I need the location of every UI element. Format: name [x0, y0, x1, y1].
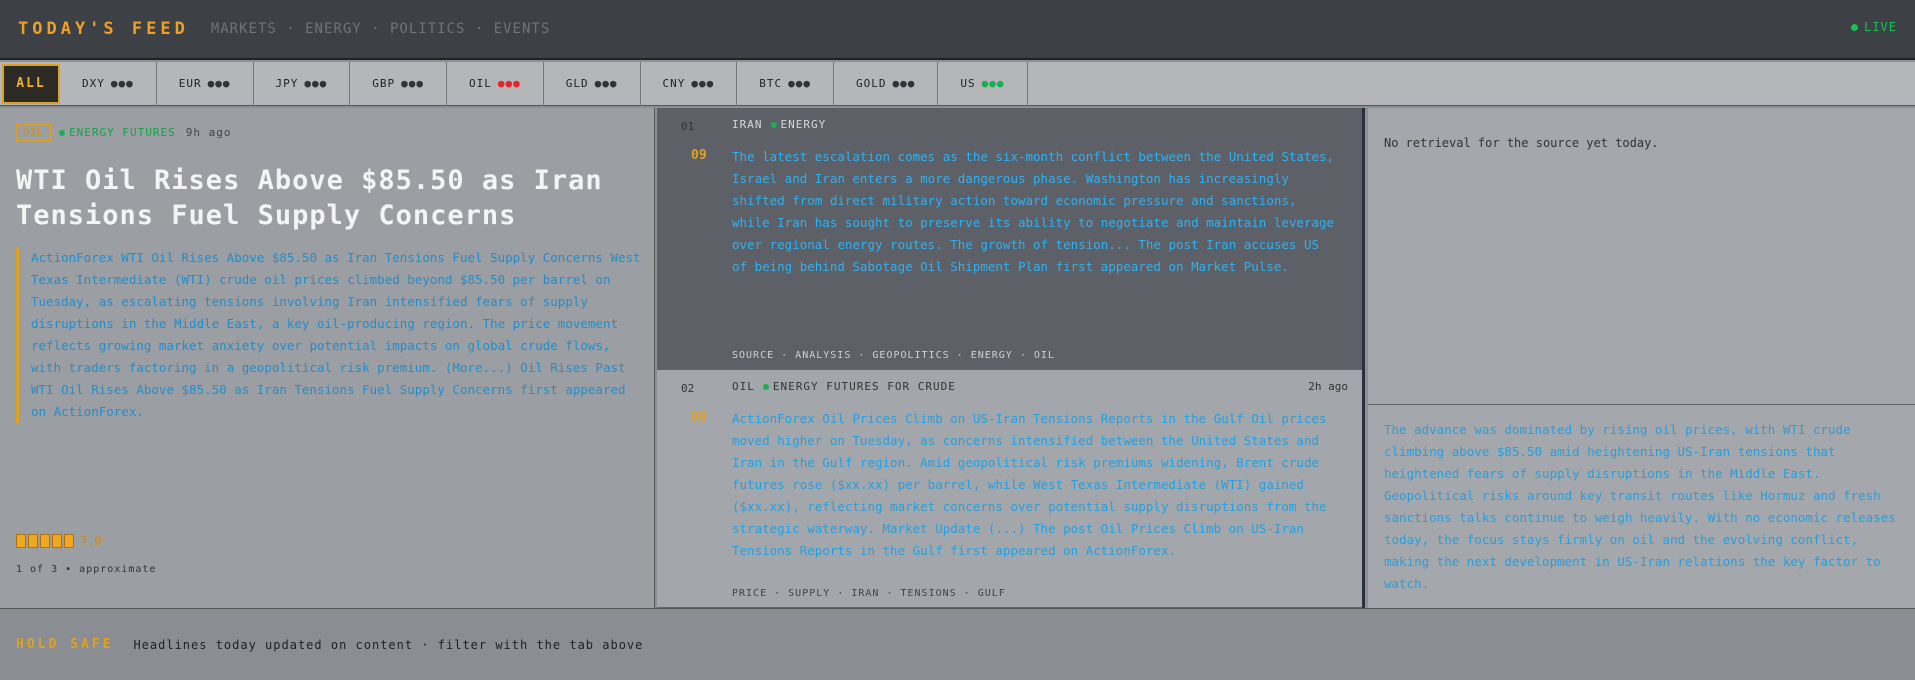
- brand-tagline: MARKETS · ENERGY · POLITICS · EVENTS: [210, 21, 551, 37]
- brand-title: TODAY'S FEED: [18, 19, 189, 39]
- story-text: The latest escalation comes as the six-m…: [732, 149, 1335, 274]
- score-segment: [64, 534, 74, 548]
- story-rank: 02: [681, 382, 695, 395]
- story-meta: OIL ENERGY FUTURES FOR CRUDE: [657, 370, 1362, 393]
- lead-body: ActionForex WTI Oil Rises Above $85.50 a…: [16, 247, 641, 423]
- aside-empty-note: No retrieval for the source yet today.: [1368, 108, 1915, 405]
- ticker-label: CNY: [662, 77, 686, 90]
- ticker-status-dots: ●●●: [788, 77, 811, 90]
- source-dot-icon: [762, 383, 769, 390]
- story-score: 08: [691, 410, 707, 425]
- top-bar: TODAY'S FEED MARKETS · ENERGY · POLITICS…: [0, 0, 1915, 60]
- ticker-label: BTC: [759, 77, 783, 90]
- ticker-status-dots: ●●●: [207, 77, 231, 90]
- score-bar: 7.0: [16, 534, 102, 548]
- ticker-label: OIL: [469, 77, 492, 90]
- lead-time: 9h ago: [185, 126, 232, 139]
- story-card[interactable]: 01 IRAN ENERGY 09 The latest escalation …: [657, 108, 1362, 370]
- story-meta: IRAN ENERGY: [657, 108, 1362, 131]
- story-tags: SOURCE · ANALYSIS · GEOPOLITICS · ENERGY…: [732, 350, 1055, 361]
- live-indicator: LIVE: [1851, 20, 1897, 34]
- aside-panel: No retrieval for the source yet today. T…: [1368, 108, 1915, 608]
- story-source: ENERGY FUTURES FOR CRUDE: [772, 380, 956, 393]
- ticker-label: GOLD: [856, 77, 887, 90]
- status-bar: HOLD SAFE Headlines today updated on con…: [0, 608, 1915, 680]
- ticker-status-dots: ●●●: [981, 77, 1005, 90]
- story-list: 01 IRAN ENERGY 09 The latest escalation …: [657, 108, 1365, 608]
- score-segment: [28, 534, 38, 548]
- aside-summary: The advance was dominated by rising oil …: [1384, 422, 1896, 591]
- story-category: OIL: [732, 380, 755, 393]
- ticker-tabs: ALL DXY ●●● EUR ●●● JPY ●●● GBP ●●● OIL ●●● GLD ●●● C…: [0, 61, 1915, 106]
- lead-headline[interactable]: WTI Oil Rises Above $85.50 as Iran Tensi…: [16, 163, 636, 233]
- score-segment: [40, 534, 50, 548]
- status-message: Headlines today updated on content · fil…: [133, 637, 644, 652]
- ticker-status-dots: ●●●: [691, 77, 715, 90]
- story-card[interactable]: 02 OIL ENERGY FUTURES FOR CRUDE 2h ago 0…: [657, 370, 1362, 608]
- ticker-tab-gbp[interactable]: GBP ●●●: [350, 61, 447, 106]
- ticker-tab-gold[interactable]: GOLD ●●●: [834, 61, 939, 106]
- ticker-status-dots: ●●●: [497, 77, 521, 90]
- story-category: IRAN: [732, 118, 763, 131]
- ticker-status-dots: ●●●: [892, 77, 916, 90]
- story-rank: 01: [681, 120, 695, 133]
- ticker-label: US: [960, 77, 976, 90]
- ticker-tab-us[interactable]: US ●●●: [938, 61, 1028, 106]
- ticker-status-dots: ●●●: [594, 77, 618, 90]
- ticker-tab-dxy[interactable]: DXY ●●●: [60, 61, 157, 106]
- ticker-label: GBP: [372, 77, 396, 90]
- story-source: ENERGY: [780, 118, 827, 131]
- ticker-label: DXY: [82, 77, 105, 90]
- ticker-tab-eur[interactable]: EUR ●●●: [157, 61, 254, 106]
- ticker-tab-jpy[interactable]: JPY ●●●: [254, 61, 351, 106]
- ticker-tab-oil[interactable]: OIL ●●●: [447, 61, 544, 106]
- score-segment: [16, 534, 26, 548]
- ticker-status-dots: ●●●: [110, 77, 134, 90]
- source-dot-icon: [770, 121, 777, 128]
- ticker-status-dots: ●●●: [304, 77, 328, 90]
- ticker-label: GLD: [565, 77, 589, 90]
- ticker-tab-btc[interactable]: BTC ●●●: [737, 61, 834, 106]
- lead-source: ENERGY FUTURES: [69, 126, 176, 139]
- story-time: 2h ago: [1308, 380, 1348, 393]
- status-tag: HOLD SAFE: [16, 637, 114, 652]
- ticker-tab-gld[interactable]: GLD ●●●: [544, 61, 641, 106]
- category-badge: OIL: [16, 124, 52, 141]
- story-score: 09: [691, 148, 707, 163]
- ticker-tab-all[interactable]: ALL: [2, 63, 60, 104]
- ticker-label: EUR: [178, 77, 202, 90]
- score-value: 7.0: [80, 534, 102, 548]
- ticker-label: JPY: [275, 77, 299, 90]
- score-segment: [52, 534, 62, 548]
- ticker-status-dots: ●●●: [401, 77, 424, 90]
- live-dot-icon: [1851, 24, 1859, 31]
- story-text: ActionForex Oil Prices Climb on US-Iran …: [732, 411, 1327, 558]
- story-tags: PRICE · SUPPLY · IRAN · TENSIONS · GULF: [732, 588, 1006, 599]
- lead-meta: OIL ENERGY FUTURES 9h ago: [16, 124, 638, 141]
- lead-footnote: 1 of 3 • approximate: [16, 564, 157, 575]
- source-dot-icon: [59, 129, 66, 136]
- lead-story[interactable]: OIL ENERGY FUTURES 9h ago WTI Oil Rises …: [0, 108, 655, 608]
- ticker-tab-cny[interactable]: CNY ●●●: [641, 61, 738, 106]
